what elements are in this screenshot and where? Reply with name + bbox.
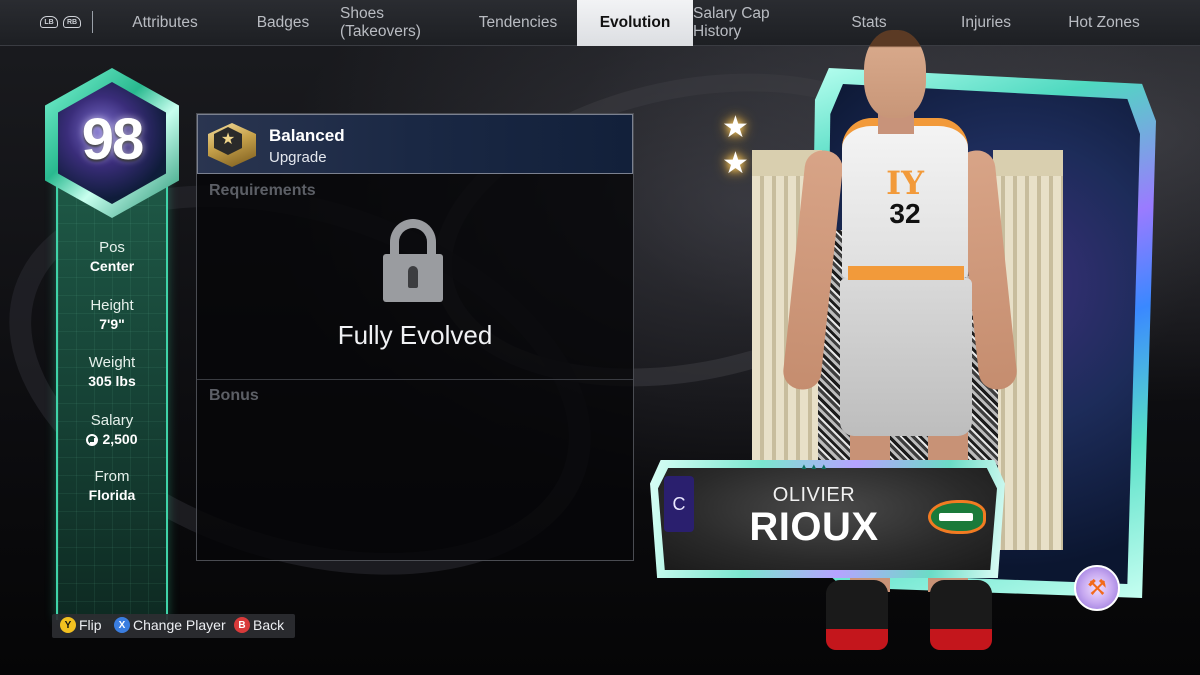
info-value: 305 lbs <box>88 373 136 389</box>
rb-bumper-icon[interactable]: RB <box>63 16 81 28</box>
flip-prompt[interactable]: Y Flip <box>60 617 102 633</box>
info-value: 2,500 <box>102 431 138 447</box>
player-waistband <box>848 266 964 280</box>
jersey-letters: IY <box>886 164 924 202</box>
tab-badges[interactable]: Badges <box>226 0 340 46</box>
position-tag: C <box>664 476 694 532</box>
tab-evolution[interactable]: Evolution <box>577 0 693 46</box>
info-label: Height <box>90 297 134 314</box>
player-last-name: RIOUX <box>749 505 879 549</box>
overall-rating: 98 <box>81 107 145 172</box>
change-player-label: Change Player <box>133 617 226 633</box>
tab-hot-zones[interactable]: Hot Zones <box>1045 0 1163 46</box>
change-player-prompt[interactable]: X Change Player <box>114 617 226 633</box>
tab-attributes[interactable]: Attributes <box>106 0 224 46</box>
hammer-icon[interactable]: ⚒ <box>1074 565 1120 611</box>
tab-injuries[interactable]: Injuries <box>927 0 1045 46</box>
player-head <box>864 30 926 118</box>
nav-divider <box>92 11 93 33</box>
player-shoe <box>930 580 992 650</box>
info-value: 7'9" <box>99 316 125 332</box>
star-icon: ★ <box>722 147 749 180</box>
back-label: Back <box>253 617 285 633</box>
info-weight: Weight 305 lbs <box>56 353 168 391</box>
lock-icon-keyhole <box>408 266 418 288</box>
player-first-name: OLIVIER <box>772 484 856 506</box>
lb-bumper-icon[interactable]: LB <box>40 16 58 28</box>
info-height: Height 7'9" <box>56 296 168 334</box>
player-shoe <box>826 580 888 650</box>
tab-salary-cap-history[interactable]: Salary Cap History <box>693 0 811 46</box>
overall-rating-badge: 98 <box>45 68 179 218</box>
tab-tendencies[interactable]: Tendencies <box>460 0 576 46</box>
player-shorts <box>840 278 972 436</box>
evolution-status: Fully Evolved <box>337 320 493 350</box>
star-icon: ★ <box>220 131 236 148</box>
x-button-icon: X <box>114 617 130 633</box>
back-prompt[interactable]: B Back <box>234 617 284 633</box>
info-salary: Salary 2,500 <box>56 411 168 449</box>
info-label: Weight <box>88 354 136 371</box>
info-position: Pos Center <box>56 238 168 276</box>
star-icon: ★ <box>722 111 749 144</box>
info-from: From Florida <box>56 467 168 505</box>
requirements-heading: Requirements <box>209 182 316 199</box>
button-prompts: Y Flip X Change Player B Back <box>52 614 295 638</box>
section-divider <box>197 379 633 380</box>
y-button-icon: Y <box>60 617 76 633</box>
info-value: Florida <box>88 487 136 503</box>
info-label: Salary <box>90 412 134 429</box>
team-logo-gator <box>928 500 986 534</box>
flip-label: Flip <box>79 617 102 633</box>
tab-shoes-takeovers[interactable]: Shoes (Takeovers) <box>340 0 460 46</box>
jersey-number: 32 <box>889 198 921 229</box>
b-button-icon: B <box>234 617 250 633</box>
salary-value-row: 2,500 <box>56 430 168 449</box>
info-label: From <box>94 468 130 485</box>
evolution-panel: ★ Balanced Upgrade Requirements Fully Ev… <box>196 113 634 561</box>
chevron-down-icon: ▲▲▲ <box>800 462 830 471</box>
info-label: Pos <box>99 239 125 256</box>
evolution-header[interactable]: ★ Balanced Upgrade <box>197 114 633 174</box>
info-value: Center <box>89 258 135 274</box>
evolution-title: Balanced <box>269 126 345 145</box>
top-tab-bar: LB RB Attributes Badges Shoes (Takeovers… <box>0 0 1200 46</box>
bonus-heading: Bonus <box>209 387 259 404</box>
vc-currency-icon <box>86 433 99 446</box>
evolution-subtitle: Upgrade <box>269 149 327 166</box>
